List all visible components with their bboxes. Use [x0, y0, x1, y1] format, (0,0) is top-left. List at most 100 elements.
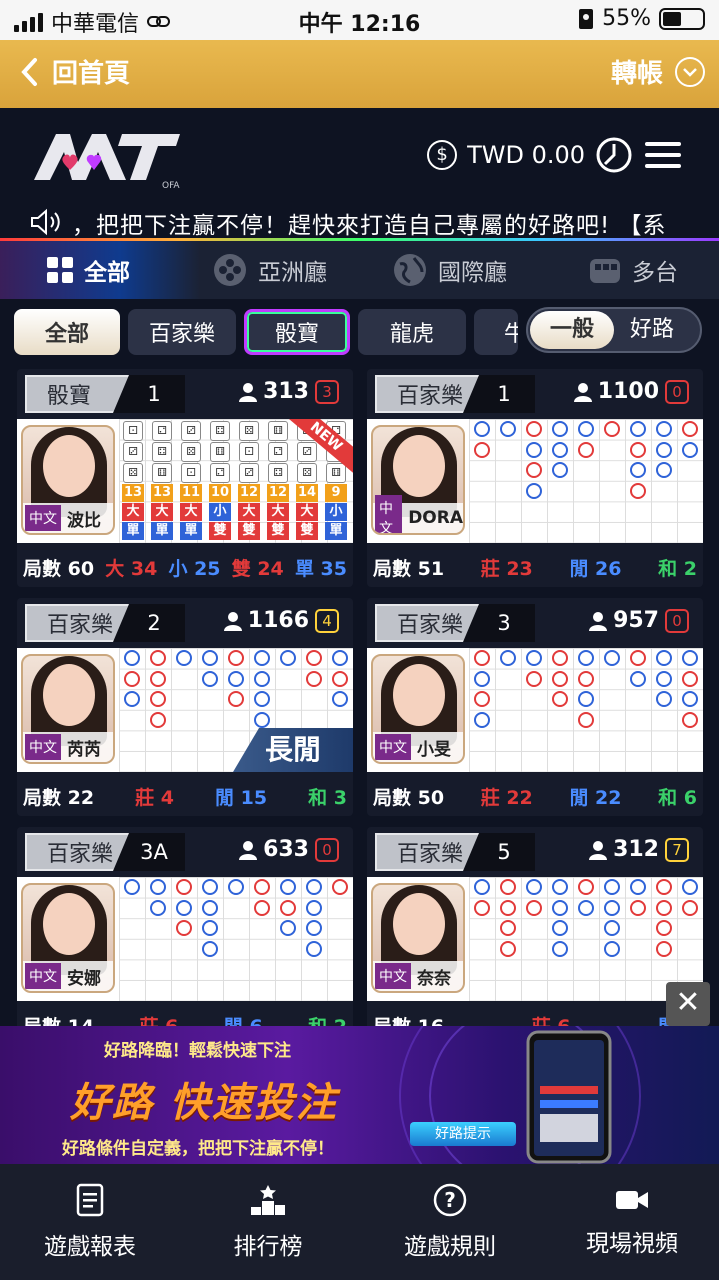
- ranking-icon: [251, 1185, 285, 1215]
- dice-result: 單: [325, 522, 347, 540]
- table-card[interactable]: 骰寶 1 313 3 中文 波比 ⚀ ⚂ ⚄ 13 大單 ⚁ ⚃ ⚅ 13 大單 ⚂ ⚄ ⚀ 11 大單 ⚃ ⚅…: [17, 369, 353, 587]
- player-dot: [578, 421, 594, 437]
- player-dot: [682, 879, 698, 895]
- dealer-avatar[interactable]: 中文 芮芮: [21, 654, 115, 764]
- dealer-name: DORA: [408, 508, 463, 528]
- nav-game-report[interactable]: 遊戲報表: [0, 1164, 180, 1280]
- banker-dot: [604, 421, 620, 437]
- dice-face: ⚅: [268, 421, 288, 441]
- dice-face: ⚅: [210, 442, 230, 462]
- stat-value: 雙 24: [231, 557, 284, 580]
- wallet[interactable]: $ TWD 0.00: [427, 136, 683, 174]
- player-dot: [202, 670, 218, 687]
- dice-result: 雙: [296, 522, 318, 540]
- nav-live-video-label: 現場視頻: [586, 1231, 678, 1257]
- filter-sicbo[interactable]: 骰寶: [244, 309, 350, 355]
- player-count-value: 313: [263, 379, 309, 404]
- dealer-avatar[interactable]: 中文 小旻: [371, 654, 465, 764]
- filter-baccarat[interactable]: 百家樂: [128, 309, 236, 355]
- dealer-avatar[interactable]: 中文 安娜: [21, 883, 115, 993]
- dealer-face: [43, 435, 95, 497]
- banker-dot: [552, 650, 568, 666]
- table-card[interactable]: 百家樂 1 1100 0 中文 DORA 局數 51 莊 23 閒 26 和 2: [367, 369, 703, 587]
- game-filter-bar: 全部 百家樂 骰寶 龍虎 牛 一般 好路: [0, 299, 719, 367]
- player-count: 1166 4: [223, 608, 339, 633]
- banker-dot: [254, 879, 270, 895]
- tab-all[interactable]: 全部: [0, 241, 200, 299]
- player-dot: [604, 920, 620, 937]
- filter-all[interactable]: 全部: [14, 309, 120, 355]
- mode-normal[interactable]: 一般: [530, 311, 614, 349]
- player-dot: [306, 940, 322, 957]
- dice-face: ⚁: [268, 442, 288, 462]
- back-home-label: 回首頁: [52, 59, 131, 89]
- player-dot: [306, 920, 322, 937]
- banner-close-button[interactable]: ✕: [666, 982, 710, 1026]
- table-header: 百家樂 5 312 7: [373, 833, 697, 873]
- back-home-button[interactable]: 回首頁: [20, 53, 130, 90]
- player-dot: [578, 899, 594, 916]
- table-card[interactable]: 百家樂 3A 633 0 中文 安娜 局數 14莊 6閒 6和 2: [17, 827, 353, 1045]
- nav-game-rules[interactable]: ? 遊戲規則: [360, 1164, 540, 1280]
- banker-dot: [500, 920, 516, 937]
- dealer-avatar[interactable]: 中文 波比: [21, 425, 115, 535]
- banker-dot: [228, 691, 244, 708]
- dice-face: ⚃: [268, 463, 288, 483]
- nav-live-video[interactable]: 現場視頻: [542, 1164, 719, 1280]
- mode-toggle[interactable]: 一般 好路: [526, 307, 702, 353]
- player-dot: [202, 879, 218, 895]
- banker-dot: [176, 920, 192, 937]
- tab-international[interactable]: 國際廳: [392, 241, 507, 299]
- banker-dot: [150, 650, 166, 666]
- player-dot: [124, 691, 140, 708]
- dice-result: 小: [325, 503, 347, 521]
- dice-result: 雙: [267, 522, 289, 540]
- road-map: 中文 DORA: [367, 419, 703, 543]
- table-card[interactable]: 百家樂 5 312 7 中文 奈奈 局數 16莊 6閒 8: [367, 827, 703, 1045]
- player-dot: [656, 421, 672, 437]
- battery-percent: 55%: [602, 6, 651, 31]
- dice-face: ⚄: [181, 442, 201, 462]
- player-dot: [604, 650, 620, 666]
- promo-banner[interactable]: 好路降臨！輕鬆快速下注 好路 快速投注 好路條件自定義，把把下注贏不停！ 好路提…: [0, 1026, 719, 1164]
- player-dot: [474, 879, 490, 895]
- player-dot: [656, 670, 672, 687]
- dice-face: ⚂: [297, 442, 317, 462]
- help-icon: ?: [433, 1183, 467, 1217]
- dealer-avatar[interactable]: 中文 奈奈: [371, 883, 465, 993]
- player-dot: [176, 650, 192, 666]
- stat-value: 大 34: [105, 557, 158, 580]
- player-dot: [176, 899, 192, 916]
- dealer-lang: 中文: [375, 963, 411, 989]
- dealer-face: [43, 664, 95, 726]
- transfer-button[interactable]: 轉帳: [611, 53, 705, 90]
- filter-dragon-tiger[interactable]: 龍虎: [358, 309, 466, 355]
- player-dot: [332, 650, 348, 666]
- mode-good-road[interactable]: 好路: [612, 311, 692, 349]
- table-card[interactable]: 百家樂 3 957 0 中文 小旻 局數 50 莊 22 閒 22 和 6: [367, 598, 703, 816]
- filter-niu[interactable]: 牛: [474, 309, 518, 355]
- clock-history-icon[interactable]: [595, 136, 633, 174]
- table-card[interactable]: 百家樂 2 1166 4 中文 芮芮 長閒 局數 22 莊 4 閒 15 和 3: [17, 598, 353, 816]
- player-dot: [552, 421, 568, 437]
- dealer-avatar[interactable]: 中文 DORA: [371, 425, 465, 535]
- banner-hint-button[interactable]: 好路提示: [410, 1122, 516, 1146]
- dealer-lang: 中文: [25, 505, 61, 531]
- player-count-value: 312: [613, 837, 659, 862]
- nav-ranking[interactable]: 排行榜: [178, 1164, 358, 1280]
- menu-icon[interactable]: [643, 138, 683, 172]
- player-dot: [306, 879, 322, 895]
- table-header: 百家樂 3A 633 0: [23, 833, 347, 873]
- dice-face: ⚅: [326, 463, 346, 483]
- trend-badge: 0: [315, 837, 339, 862]
- banker-dot: [228, 650, 244, 666]
- tab-multi[interactable]: 多台: [588, 241, 678, 299]
- stat-value: 局數 51: [373, 557, 445, 580]
- table-stats: 局數 22 莊 4 閒 15 和 3: [17, 776, 353, 816]
- banner-top-text: 好路降臨！輕鬆快速下注: [104, 1041, 291, 1061]
- road-map: 中文 奈奈: [367, 877, 703, 1001]
- dice-face: ⚁: [152, 421, 172, 441]
- banner-sub-text: 好路條件自定義，把把下注贏不停！: [62, 1139, 334, 1159]
- brand-logo[interactable]: OFA: [30, 122, 190, 192]
- tab-asia[interactable]: 亞洲廳: [212, 241, 327, 299]
